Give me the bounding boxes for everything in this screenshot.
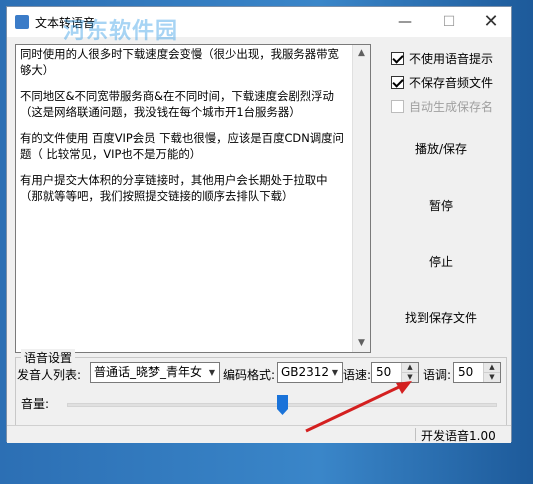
annotation-arrow-icon: [305, 381, 412, 433]
